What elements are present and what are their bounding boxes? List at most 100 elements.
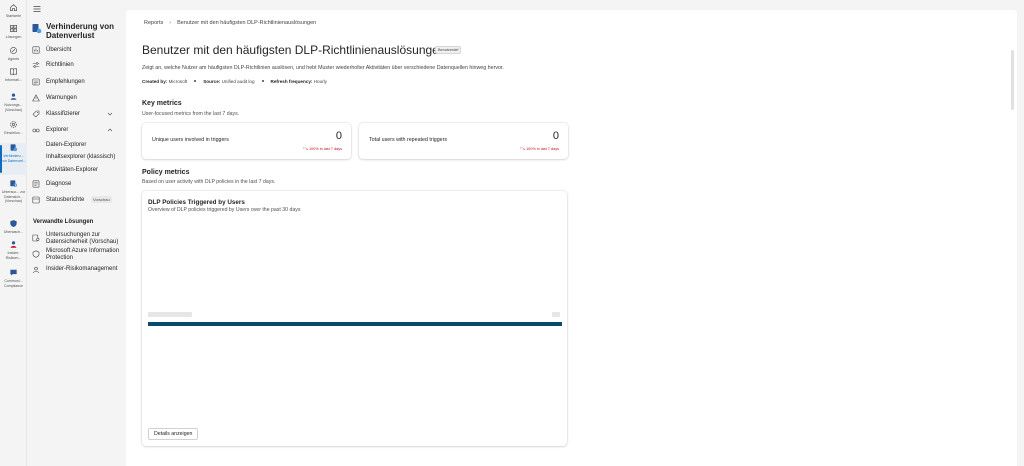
nav-label: Richtlinien: [46, 62, 74, 68]
nav-label: Warnungen: [46, 95, 77, 101]
nav-item-diagnose[interactable]: Diagnose: [31, 178, 123, 190]
people-icon: [0, 92, 27, 103]
rail-investigation[interactable]: Untersuc... zur Datensich... (Vorschau): [0, 179, 27, 204]
gear-icon: [0, 120, 27, 131]
rail-information[interactable]: Informati...: [0, 67, 27, 83]
breadcrumb: Reports › Benutzer mit den häufigsten DLP-…: [144, 20, 316, 26]
dlp-icon: [0, 143, 27, 154]
source-label: Source:: [203, 79, 221, 84]
breadcrumb-current: Benutzer mit den häufigsten DLP-Richtlin…: [177, 20, 317, 26]
breadcrumb-reports-link[interactable]: Reports: [144, 20, 163, 26]
chart-bar[interactable]: [148, 322, 562, 326]
chart-category-label-placeholder: [148, 312, 192, 317]
nav-label: Insider-Risikomanagement: [46, 266, 118, 272]
key-metrics-subtitle: User-focused metrics from the last 7 day…: [142, 111, 240, 117]
created-by-value: Microsoft: [168, 79, 188, 84]
nav-item-status-reports[interactable]: Statusberichte Vorschau: [31, 194, 123, 206]
chevron-right-icon: ›: [169, 20, 172, 26]
rail-dlp[interactable]: Verhinderu... von Datenverl...: [0, 143, 27, 175]
nav-item-alerts[interactable]: Warnungen: [31, 92, 123, 104]
rail-label: Untersuc... zur Datensich... (Vorschau): [1, 190, 26, 203]
investigation-icon: [0, 179, 27, 190]
nav-label: Explorer: [46, 127, 69, 133]
rail-agents[interactable]: Agents: [0, 46, 27, 62]
metric-trend: ⁺↘ 100% in last 7 days: [302, 147, 342, 151]
recommendations-icon: [32, 78, 40, 86]
rail-label: Überwach...: [3, 230, 24, 234]
nav-label: Untersuchungen zur Datensicherheit (Vors…: [46, 232, 119, 245]
rail-monitoring[interactable]: Überwach...: [0, 219, 27, 235]
azure-icon: [32, 250, 40, 258]
separator-dot: [194, 80, 197, 83]
hamburger-menu-icon[interactable]: [33, 5, 41, 13]
metric-trend: ⁺↘ 100% in last 7 days: [519, 147, 559, 151]
nav-item-recommendations[interactable]: Empfehlungen: [31, 76, 123, 88]
nav-subitem-data-explorer[interactable]: Daten-Explorer: [46, 141, 86, 149]
home-icon: [0, 3, 27, 14]
nav-related-investigation[interactable]: Untersuchungen zur Datensicherheit (Vors…: [31, 232, 123, 248]
scrollbar[interactable]: [1011, 50, 1014, 110]
rail-label: Informati...: [5, 78, 22, 82]
chevron-up-icon[interactable]: [107, 127, 113, 133]
details-button[interactable]: Details anzeigen: [148, 428, 199, 440]
rail-label: Einstellun...: [4, 131, 23, 135]
rail-label: Lösungen: [5, 35, 22, 39]
nav-item-classifiers[interactable]: Klassifizierer: [31, 108, 123, 120]
rail-home[interactable]: Startseite: [0, 3, 27, 19]
nav-label: Diagnose: [46, 181, 72, 187]
nav-item-policies[interactable]: Richtlinien: [31, 59, 123, 71]
overview-icon: [32, 46, 40, 54]
grid-icon: [0, 24, 27, 35]
key-metrics-heading: Key metrics: [142, 100, 182, 107]
chevron-down-icon[interactable]: [107, 111, 113, 117]
rail-settings[interactable]: Einstellun...: [0, 120, 27, 136]
solution-nav: Verhinderung von Datenverlust Übersicht …: [27, 0, 125, 466]
chart-value-label-placeholder: [552, 312, 560, 317]
book-icon: [0, 67, 27, 78]
rail-solutions[interactable]: Lösungen: [0, 24, 27, 40]
shield-icon: [0, 219, 27, 230]
reports-icon: [32, 196, 40, 204]
nav-related-insider-risk[interactable]: Insider-Risikomanagement: [31, 266, 123, 276]
nav-label: Statusberichte: [46, 197, 85, 203]
nav-item-overview[interactable]: Übersicht: [31, 44, 123, 56]
dlp-icon: [31, 23, 42, 34]
policy-metrics-heading: Policy metrics: [142, 169, 190, 176]
nav-related-azure-ip[interactable]: Microsoft Azure Information Protection: [31, 248, 123, 264]
created-by-label: Created by:: [142, 79, 168, 84]
solution-title: Verhinderung von Datenverlust: [46, 22, 115, 40]
metric-value: 0: [335, 130, 342, 142]
metric-card-unique-users: Unique users involved in triggers 0 ⁺↘ 1…: [142, 123, 351, 159]
diagnose-icon: [32, 180, 40, 188]
nav-item-explorer[interactable]: Explorer: [31, 124, 123, 136]
app-rail: Startseite Lösungen Agents Informati... …: [0, 0, 27, 466]
policy-metrics-subtitle: Based on user activity with DLP policies…: [142, 179, 276, 185]
rail-label: Verhinderu... von Datenverl...: [0, 154, 27, 163]
rail-label: Nutzungs... (Vorschau): [4, 103, 23, 112]
chat-icon: [0, 268, 27, 279]
alerts-icon: [32, 94, 40, 102]
refresh-label: Refresh frequency:: [270, 79, 313, 84]
classifier-icon: [32, 110, 40, 118]
insider-icon: [32, 266, 40, 274]
source-value: Unified audit log: [221, 79, 255, 84]
solution-header: Verhinderung von Datenverlust: [31, 22, 123, 42]
metric-label: Unique users involved in triggers: [152, 137, 229, 143]
investigation-icon: [32, 234, 40, 242]
rail-insider-risk[interactable]: Insider-Risikom...: [0, 240, 27, 260]
rail-label: Communi... Compliance: [4, 279, 23, 288]
chart-plot: [148, 322, 562, 326]
chart-card-dlp-policies: DLP Policies Triggered by Users Overview…: [142, 191, 567, 446]
nav-label: Empfehlungen: [46, 79, 85, 85]
page-title: Benutzer mit den häufigsten DLP-Richtlin…: [142, 43, 446, 57]
rail-usage[interactable]: Nutzungs... (Vorschau): [0, 92, 27, 112]
insider-icon: [0, 240, 27, 251]
nav-subitem-activity-explorer[interactable]: Aktivitäten-Explorer: [46, 166, 98, 174]
nav-subitem-content-explorer[interactable]: Inhaltsexplorer (klassisch): [46, 153, 115, 161]
rail-communication-compliance[interactable]: Communi... Compliance: [0, 268, 27, 288]
policies-icon: [32, 61, 40, 69]
metric-card-repeated-users: Total users with repeated triggers 0 ⁺↘ …: [359, 123, 568, 159]
page-description: Zeigt an, welche Nutzer am häufigsten DL…: [142, 65, 504, 71]
chart-title: DLP Policies Triggered by Users: [148, 199, 245, 206]
rail-label: Insider-Risikom...: [5, 251, 22, 260]
